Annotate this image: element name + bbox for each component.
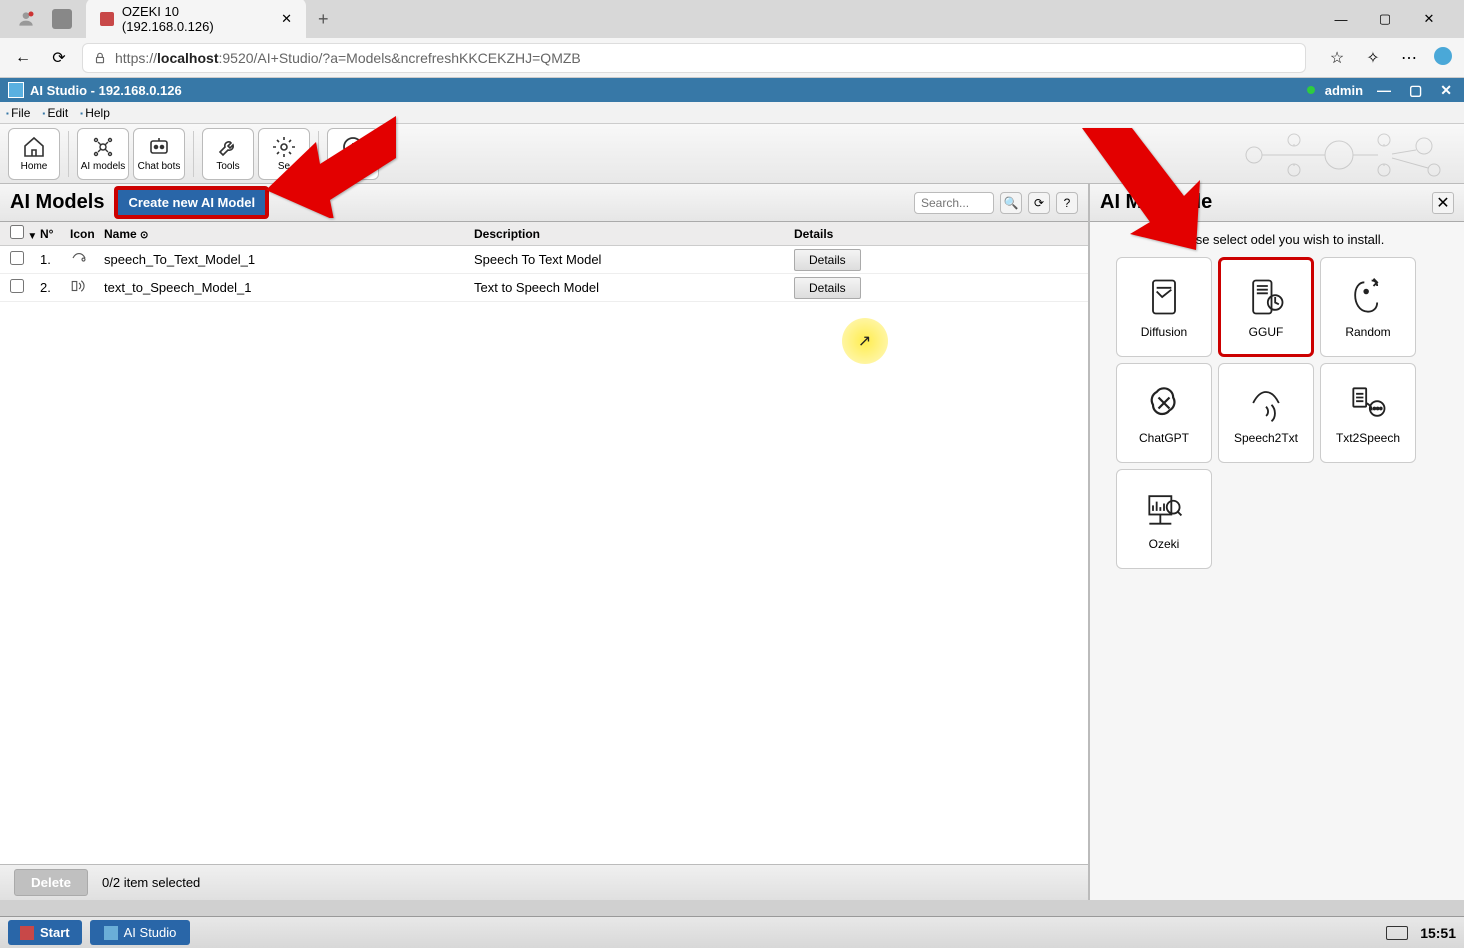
copilot-icon[interactable] <box>1432 45 1454 67</box>
minimize-window-button[interactable]: — <box>1322 7 1360 31</box>
browser-tab-strip: OZEKI 10 (192.168.0.126) ✕ + — ▢ ✕ <box>0 0 1464 38</box>
maximize-window-button[interactable]: ▢ <box>1366 7 1404 31</box>
content-area: AI Models Create new AI Model 🔍 ⟳ ? ▼ N°… <box>0 184 1464 900</box>
status-dot-icon <box>1307 86 1315 94</box>
favorite-icon[interactable]: ☆ <box>1324 45 1350 71</box>
search-icon[interactable]: 🔍 <box>1000 192 1022 214</box>
home-button[interactable]: Home <box>8 128 60 180</box>
app-title-text: AI Studio - 192.168.0.126 <box>30 83 182 98</box>
app-minimize-button[interactable]: — <box>1373 82 1395 98</box>
row-name: speech_To_Text_Model_1 <box>104 252 474 267</box>
lock-icon <box>93 51 107 65</box>
speech2text-icon <box>70 249 88 267</box>
tile-diffusion[interactable]: Diffusion <box>1116 257 1212 357</box>
browser-tab[interactable]: OZEKI 10 (192.168.0.126) ✕ <box>86 0 306 40</box>
chevron-down-icon[interactable]: ▼ <box>27 231 37 242</box>
col-num[interactable]: N° <box>40 227 70 241</box>
sort-icon: ⊙ <box>140 230 148 241</box>
col-icon[interactable]: Icon <box>70 227 104 241</box>
url-field[interactable]: https://localhost:9520/AI+Studio/?a=Mode… <box>82 43 1306 73</box>
create-ai-model-button[interactable]: Create new AI Model <box>116 188 267 217</box>
new-tab-button[interactable]: + <box>318 9 329 30</box>
col-desc[interactable]: Description <box>474 227 794 241</box>
text2speech-icon <box>70 277 88 295</box>
selection-status: 0/2 item selected <box>102 875 200 890</box>
details-button[interactable]: Details <box>794 277 861 299</box>
tile-random[interactable]: Random <box>1320 257 1416 357</box>
menu-edit[interactable]: Edit <box>42 106 68 120</box>
taskbar-app[interactable]: AI Studio <box>90 920 191 945</box>
close-tab-icon[interactable]: ✕ <box>281 11 292 27</box>
toolbar: Home AI models Chat bots Tools Se About <box>0 124 1464 184</box>
table-row[interactable]: 1. speech_To_Text_Model_1 Speech To Text… <box>0 246 1088 274</box>
select-all-checkbox[interactable] <box>10 225 24 239</box>
menu-file[interactable]: File <box>6 106 30 120</box>
footer-bar: Delete 0/2 item selected <box>0 864 1088 900</box>
refresh-list-icon[interactable]: ⟳ <box>1028 192 1050 214</box>
tile-speech2txt[interactable]: Speech2Txt <box>1218 363 1314 463</box>
tile-gguf[interactable]: GGUF <box>1218 257 1314 357</box>
chat-bots-button[interactable]: Chat bots <box>133 128 185 180</box>
search-input[interactable] <box>914 192 994 214</box>
more-icon[interactable]: ⋯ <box>1396 45 1422 71</box>
tile-txt2speech[interactable]: Txt2Speech <box>1320 363 1416 463</box>
row-name: text_to_Speech_Model_1 <box>104 280 474 295</box>
start-icon <box>20 926 34 940</box>
decoration-network-icon <box>1224 128 1454 182</box>
taskbar: Start AI Studio 15:51 <box>0 916 1464 948</box>
recent-tabs-icon[interactable] <box>52 9 72 29</box>
close-panel-button[interactable]: ✕ <box>1432 192 1454 214</box>
help-icon[interactable]: ? <box>1056 192 1078 214</box>
url-text: https://localhost:9520/AI+Studio/?a=Mode… <box>115 50 581 66</box>
delete-button[interactable]: Delete <box>14 869 88 896</box>
main-panel: AI Models Create new AI Model 🔍 ⟳ ? ▼ N°… <box>0 184 1090 900</box>
side-panel: AI Model de ✕ Please select odel you wis… <box>1090 184 1464 900</box>
model-type-grid: Diffusion GGUF Random ChatGPT Speech2Txt… <box>1090 257 1464 569</box>
refresh-button[interactable]: ⟳ <box>46 45 72 71</box>
menu-help[interactable]: Help <box>80 106 110 120</box>
row-checkbox[interactable] <box>10 251 24 265</box>
app-title-bar: AI Studio - 192.168.0.126 admin — ▢ ✕ <box>0 78 1464 102</box>
back-button[interactable]: ← <box>10 45 36 71</box>
profile-icon[interactable] <box>16 9 36 29</box>
ai-models-button[interactable]: AI models <box>77 128 129 180</box>
app-close-button[interactable]: ✕ <box>1436 82 1456 99</box>
taskbar-app-icon <box>104 926 118 940</box>
tile-chatgpt[interactable]: ChatGPT <box>1116 363 1212 463</box>
details-button[interactable]: Details <box>794 249 861 271</box>
app-icon <box>8 82 24 98</box>
col-details[interactable]: Details <box>794 227 894 241</box>
annotation-arrow-right <box>1076 122 1206 257</box>
start-button[interactable]: Start <box>8 920 82 945</box>
page-title: AI Models <box>10 191 104 214</box>
clock: 15:51 <box>1420 925 1456 941</box>
tab-title: OZEKI 10 (192.168.0.126) <box>122 4 273 34</box>
table-header: ▼ N° Icon Name ⊙ Description Details <box>0 222 1088 246</box>
collections-icon[interactable]: ✧ <box>1360 45 1386 71</box>
tile-ozeki[interactable]: Ozeki <box>1116 469 1212 569</box>
app-maximize-button[interactable]: ▢ <box>1405 82 1426 99</box>
tools-button[interactable]: Tools <box>202 128 254 180</box>
keyboard-icon[interactable] <box>1386 926 1408 940</box>
close-window-button[interactable]: ✕ <box>1410 7 1448 31</box>
row-desc: Speech To Text Model <box>474 252 794 267</box>
table-row[interactable]: 2. text_to_Speech_Model_1 Text to Speech… <box>0 274 1088 302</box>
main-panel-header: AI Models Create new AI Model 🔍 ⟳ ? <box>0 184 1088 222</box>
menu-bar: File Edit Help <box>0 102 1464 124</box>
row-desc: Text to Speech Model <box>474 280 794 295</box>
user-label[interactable]: admin <box>1325 83 1363 98</box>
col-name[interactable]: Name ⊙ <box>104 227 474 241</box>
row-checkbox[interactable] <box>10 279 24 293</box>
favicon-icon <box>100 12 114 26</box>
address-bar: ← ⟳ https://localhost:9520/AI+Studio/?a=… <box>0 38 1464 78</box>
annotation-arrow-left <box>266 108 406 223</box>
